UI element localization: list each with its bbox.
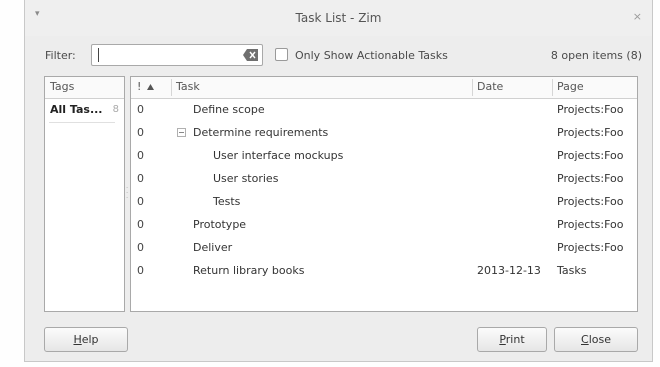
column-divider xyxy=(552,79,553,96)
task-page: Projects:Foo xyxy=(557,149,624,162)
priority-column-header[interactable]: ! xyxy=(137,77,141,98)
task-priority: 0 xyxy=(137,195,144,208)
filter-label: Filter: xyxy=(45,49,76,62)
task-description: Determine requirements xyxy=(193,126,329,139)
close-button[interactable]: Close xyxy=(554,327,638,352)
tasks-table: ! Task Date Page 0 Define scope Projects:F… xyxy=(130,76,638,312)
tags-column-header[interactable]: Tags xyxy=(45,77,124,99)
tag-count: 8 xyxy=(112,104,119,115)
column-divider xyxy=(171,79,172,96)
help-mnemonic: H xyxy=(73,333,82,346)
column-divider xyxy=(472,79,473,96)
task-description: Prototype xyxy=(193,218,247,231)
task-description: Return library books xyxy=(193,264,305,277)
task-page: Projects:Foo xyxy=(557,103,624,116)
close-label-rest: lose xyxy=(588,333,611,346)
task-description: Define scope xyxy=(193,103,265,116)
task-page: Projects:Foo xyxy=(557,218,624,231)
task-row[interactable]: 0 Determine requirements Projects:Foo xyxy=(131,122,637,144)
task-page: Tasks xyxy=(557,264,587,277)
sort-ascending-icon xyxy=(147,84,154,90)
help-button[interactable]: Help xyxy=(44,327,128,352)
task-priority: 0 xyxy=(137,241,144,254)
task-description: Deliver xyxy=(193,241,233,254)
open-items-count: 8 open items (8) xyxy=(550,49,642,62)
help-label-rest: elp xyxy=(81,333,99,346)
task-priority: 0 xyxy=(137,218,144,231)
pane-splitter-handle[interactable]: · · · xyxy=(126,185,129,202)
date-column-header[interactable]: Date xyxy=(477,77,503,98)
task-column-header[interactable]: Task xyxy=(176,77,200,98)
print-label-rest: rint xyxy=(505,333,525,346)
task-list-window: ▾ Task List - Zim × Filter: Only Show Ac… xyxy=(24,0,653,362)
task-row[interactable]: 0 Tests Projects:Foo xyxy=(131,191,637,213)
title-bar: ▾ Task List - Zim × xyxy=(25,0,652,36)
close-window-icon[interactable]: × xyxy=(633,10,642,23)
task-page: Projects:Foo xyxy=(557,195,624,208)
task-page: Projects:Foo xyxy=(557,241,624,254)
tags-panel: Tags All Tas... 8 xyxy=(44,76,125,312)
task-description: User interface mockups xyxy=(213,149,344,162)
task-priority: 0 xyxy=(137,149,144,162)
task-page: Projects:Foo xyxy=(557,172,624,185)
task-priority: 0 xyxy=(137,126,144,139)
tag-item-all-tasks[interactable]: All Tas... 8 xyxy=(45,99,124,121)
task-priority: 0 xyxy=(137,172,144,185)
print-button[interactable]: Print xyxy=(477,327,547,352)
tasks-table-header: ! Task Date Page xyxy=(131,77,637,99)
actionable-label[interactable]: Only Show Actionable Tasks xyxy=(295,49,448,62)
task-date: 2013-12-13 xyxy=(477,264,541,277)
task-description: Tests xyxy=(213,195,241,208)
filter-input[interactable] xyxy=(91,44,263,66)
window-title: Task List - Zim xyxy=(295,11,382,25)
text-caret xyxy=(98,48,99,62)
divider xyxy=(49,122,115,123)
clear-text-icon[interactable] xyxy=(243,49,258,61)
task-row[interactable]: 0 Return library books 2013-12-13 Tasks xyxy=(131,260,637,282)
task-description: User stories xyxy=(213,172,279,185)
task-priority: 0 xyxy=(137,103,144,116)
filter-row: Filter: Only Show Actionable Tasks 8 ope… xyxy=(25,44,652,68)
actionable-checkbox[interactable] xyxy=(275,48,288,61)
task-page: Projects:Foo xyxy=(557,126,624,139)
task-priority: 0 xyxy=(137,264,144,277)
task-row[interactable]: 0 User interface mockups Projects:Foo xyxy=(131,145,637,167)
collapse-expander-icon[interactable] xyxy=(177,128,186,137)
close-mnemonic: C xyxy=(581,333,589,346)
tag-name: All Tas... xyxy=(50,103,103,116)
task-row[interactable]: 0 User stories Projects:Foo xyxy=(131,168,637,190)
task-row[interactable]: 0 Deliver Projects:Foo xyxy=(131,237,637,259)
task-row[interactable]: 0 Define scope Projects:Foo xyxy=(131,99,637,121)
page-column-header[interactable]: Page xyxy=(557,77,584,98)
task-row[interactable]: 0 Prototype Projects:Foo xyxy=(131,214,637,236)
